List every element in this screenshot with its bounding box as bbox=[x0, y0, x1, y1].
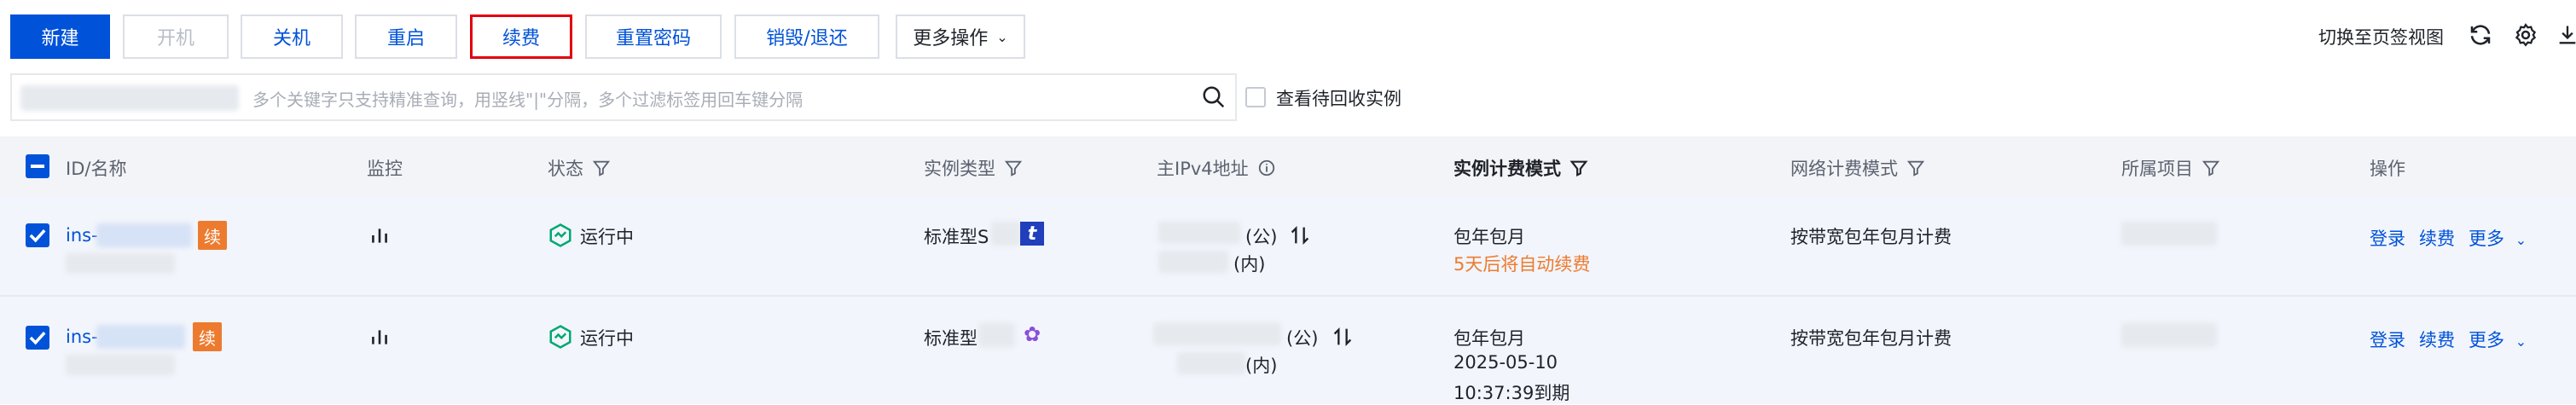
chevron-down-icon: ⌄ bbox=[2515, 333, 2527, 350]
public-ip-redacted bbox=[1153, 323, 1281, 345]
gear-icon[interactable] bbox=[2513, 22, 2538, 48]
more-actions-dropdown[interactable]: 更多操作 ⌄ bbox=[896, 14, 1025, 59]
header-instance-type[interactable]: 实例类型 bbox=[924, 155, 1023, 181]
search-input[interactable]: 多个关键字只支持精准查询，用竖线"|"分隔，多个过滤标签用回车键分隔 bbox=[10, 73, 1237, 121]
monitor-chart-icon[interactable] bbox=[368, 326, 391, 348]
header-network-billing-label: 网络计费模式 bbox=[1790, 159, 1898, 179]
filter-icon[interactable] bbox=[2202, 159, 2220, 177]
expire-date-text: 2025-05-10 bbox=[1453, 352, 1558, 373]
status-text: 运行中 bbox=[580, 227, 634, 247]
download-icon[interactable] bbox=[2556, 22, 2576, 48]
refresh-icon[interactable] bbox=[2468, 22, 2493, 48]
instance-name-redacted bbox=[66, 253, 175, 274]
network-billing-text: 按带宽包年包月计费 bbox=[1790, 328, 1952, 349]
instance-id-redacted bbox=[96, 223, 192, 247]
more-actions-link-label: 更多 bbox=[2469, 330, 2504, 350]
header-instance-type-label: 实例类型 bbox=[924, 159, 995, 179]
private-ip-suffix: (内) bbox=[1245, 356, 1278, 376]
instance-name-redacted bbox=[66, 355, 175, 375]
header-project[interactable]: 所属项目 bbox=[2121, 155, 2220, 181]
search-placeholder: 多个关键字只支持精准查询，用竖线"|"分隔，多个过滤标签用回车键分隔 bbox=[252, 90, 804, 110]
instance-id-link[interactable]: ins- bbox=[66, 327, 98, 347]
filter-icon[interactable] bbox=[1004, 159, 1023, 177]
header-id-name-label: ID/名称 bbox=[66, 159, 127, 179]
instance-type-text: 标准型 bbox=[924, 328, 978, 349]
switch-view-link[interactable]: 切换至页签视图 bbox=[2318, 24, 2444, 49]
running-status-icon bbox=[549, 325, 571, 349]
monitor-chart-icon[interactable] bbox=[368, 224, 391, 246]
swap-ip-icon[interactable] bbox=[1331, 325, 1355, 349]
filter-icon[interactable] bbox=[1569, 159, 1588, 177]
header-actions: 操作 bbox=[2370, 155, 2405, 181]
public-ip-redacted bbox=[1158, 222, 1240, 244]
select-all-checkbox[interactable] bbox=[26, 154, 49, 178]
private-ip-redacted bbox=[1158, 251, 1228, 273]
public-ip-suffix: (公) bbox=[1245, 227, 1278, 247]
header-billing-mode[interactable]: 实例计费模式 bbox=[1453, 155, 1588, 181]
header-status-label: 状态 bbox=[548, 159, 583, 179]
renew-link[interactable]: 续费 bbox=[2419, 327, 2455, 352]
renew-badge: 续 bbox=[198, 221, 227, 250]
new-button[interactable]: 新建 bbox=[10, 14, 110, 59]
instance-id-link[interactable]: ins- bbox=[66, 225, 98, 246]
header-monitor-label: 监控 bbox=[367, 159, 403, 179]
login-link[interactable]: 登录 bbox=[2370, 327, 2405, 352]
login-link[interactable]: 登录 bbox=[2370, 225, 2405, 251]
status-text: 运行中 bbox=[580, 328, 634, 349]
row-checkbox[interactable] bbox=[26, 223, 49, 247]
project-redacted bbox=[2121, 323, 2217, 347]
restart-button[interactable]: 重启 bbox=[355, 14, 457, 59]
recycle-label: 查看待回收实例 bbox=[1276, 89, 1401, 109]
shutdown-button[interactable]: 关机 bbox=[241, 14, 343, 59]
header-monitor: 监控 bbox=[367, 155, 403, 181]
renew-link[interactable]: 续费 bbox=[2419, 225, 2455, 251]
type-tag-icon: t bbox=[1020, 222, 1044, 246]
reset-password-button[interactable]: 重置密码 bbox=[585, 14, 722, 59]
header-network-billing[interactable]: 网络计费模式 bbox=[1790, 155, 1925, 181]
more-actions-link[interactable]: 更多 ⌄ bbox=[2469, 225, 2527, 251]
instance-id-redacted bbox=[96, 325, 185, 349]
running-status-icon bbox=[549, 223, 571, 247]
more-actions-label: 更多操作 bbox=[913, 28, 989, 49]
row-checkbox[interactable] bbox=[26, 326, 49, 350]
chevron-down-icon: ⌄ bbox=[996, 28, 1008, 45]
search-filter-tag[interactable] bbox=[20, 85, 239, 111]
swap-ip-icon[interactable] bbox=[1288, 223, 1312, 247]
more-actions-link[interactable]: 更多 ⌄ bbox=[2469, 327, 2527, 352]
billing-mode-text: 包年包月 bbox=[1453, 328, 1525, 349]
private-ip-redacted bbox=[1177, 352, 1245, 374]
filter-icon[interactable] bbox=[592, 159, 611, 177]
header-ipv4: 主IPv4地址 bbox=[1157, 155, 1276, 181]
instance-type-text: 标准型S bbox=[924, 227, 989, 247]
private-ip-suffix: (内) bbox=[1233, 254, 1266, 275]
header-ipv4-label: 主IPv4地址 bbox=[1157, 159, 1249, 179]
header-id-name: ID/名称 bbox=[66, 155, 126, 181]
instance-type-redacted bbox=[991, 222, 1020, 246]
table-row bbox=[0, 297, 2576, 404]
network-billing-text: 按带宽包年包月计费 bbox=[1790, 227, 1952, 247]
more-actions-link-label: 更多 bbox=[2469, 229, 2504, 249]
header-actions-label: 操作 bbox=[2370, 159, 2405, 179]
terminate-button[interactable]: 销毁/退还 bbox=[734, 14, 879, 59]
header-billing-mode-label: 实例计费模式 bbox=[1453, 159, 1561, 179]
public-ip-suffix: (公) bbox=[1286, 328, 1319, 349]
instance-type-redacted bbox=[979, 323, 1015, 347]
project-redacted bbox=[2121, 222, 2217, 246]
expire-time-text: 10:37:39到期 bbox=[1453, 383, 1570, 403]
search-icon[interactable] bbox=[1201, 84, 1227, 110]
header-status[interactable]: 状态 bbox=[548, 155, 611, 181]
auto-renew-note: 5天后将自动续费 bbox=[1453, 254, 1591, 275]
filter-icon[interactable] bbox=[1906, 159, 1925, 177]
recycle-checkbox[interactable] bbox=[1245, 87, 1266, 107]
chevron-down-icon: ⌄ bbox=[2515, 232, 2527, 248]
billing-mode-text: 包年包月 bbox=[1453, 227, 1525, 247]
renew-button[interactable]: 续费 bbox=[470, 14, 572, 59]
start-button[interactable]: 开机 bbox=[123, 14, 229, 59]
header-project-label: 所属项目 bbox=[2121, 159, 2193, 179]
renew-badge: 续 bbox=[193, 322, 222, 351]
info-icon[interactable] bbox=[1257, 159, 1276, 177]
type-tag-icon: ✿ bbox=[1023, 322, 1041, 346]
